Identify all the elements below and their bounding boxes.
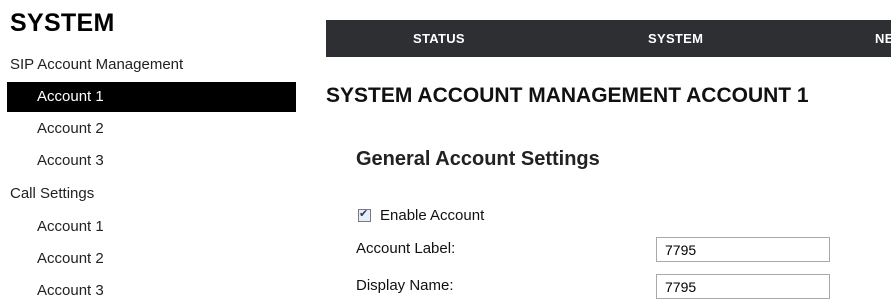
account-label-input[interactable]: [656, 237, 830, 262]
sidebar-title: SYSTEM: [10, 9, 115, 37]
section-title: General Account Settings: [356, 148, 600, 170]
enable-account-row: ✔ Enable Account: [358, 206, 484, 224]
tab-network[interactable]: NE: [875, 20, 891, 57]
account-label-label: Account Label:: [356, 240, 456, 257]
display-name-label: Display Name:: [356, 277, 454, 294]
display-name-input[interactable]: [656, 274, 830, 299]
tab-system[interactable]: SYSTEM: [648, 20, 703, 57]
checkmark-icon: ✔: [359, 206, 369, 220]
enable-account-label: Enable Account: [380, 206, 485, 224]
sidebar-item-sip-account-3[interactable]: Account 3: [0, 146, 296, 176]
sidebar-item-call-account-3[interactable]: Account 3: [0, 276, 296, 300]
page-title: SYSTEM ACCOUNT MANAGEMENT ACCOUNT 1: [326, 84, 809, 107]
enable-account-checkbox[interactable]: ✔: [358, 206, 371, 222]
sidebar-item-sip-account-1[interactable]: Account 1: [7, 82, 296, 112]
tab-status[interactable]: STATUS: [413, 20, 465, 57]
sidebar: SYSTEM SIP Account Management Account 1 …: [0, 0, 296, 300]
sidebar-item-call-account-2[interactable]: Account 2: [0, 244, 296, 274]
page: SYSTEM SIP Account Management Account 1 …: [0, 0, 891, 300]
sidebar-item-call-account-1[interactable]: Account 1: [0, 212, 296, 242]
sidebar-item-sip-account-2[interactable]: Account 2: [0, 114, 296, 144]
sidebar-group-call-settings[interactable]: Call Settings: [10, 184, 94, 204]
top-navigation: STATUS SYSTEM NE: [326, 20, 891, 57]
sidebar-group-sip-account-management[interactable]: SIP Account Management: [10, 55, 183, 75]
